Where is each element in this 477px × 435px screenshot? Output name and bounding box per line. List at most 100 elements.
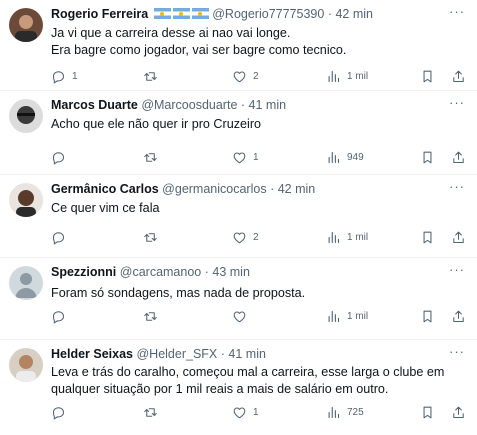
like-count: 1 <box>253 152 259 163</box>
timestamp[interactable]: 41 min <box>228 347 266 361</box>
timestamp[interactable]: 42 min <box>278 182 316 196</box>
retweet-button[interactable] <box>143 405 164 420</box>
reply-icon <box>52 407 65 420</box>
retweet-icon <box>144 312 157 321</box>
timestamp[interactable]: 43 min <box>212 265 250 279</box>
author-handle[interactable]: @Rogerio77775390 <box>212 7 324 21</box>
action-bar: 2 1 mil <box>51 230 466 246</box>
bookmark-icon <box>423 406 432 419</box>
reply-icon <box>52 152 65 165</box>
views-icon <box>328 70 340 83</box>
separator-dot: · <box>220 347 225 361</box>
views-count: 1 mil <box>347 311 369 322</box>
reply-button[interactable] <box>51 405 72 420</box>
separator-dot: · <box>270 182 275 196</box>
avatar[interactable] <box>9 266 43 300</box>
share-button[interactable] <box>451 230 466 245</box>
bookmark-button[interactable] <box>420 150 435 165</box>
views-button[interactable]: 1 mil <box>326 309 368 324</box>
views-icon <box>328 406 340 419</box>
action-bar: 1 725 <box>51 405 466 421</box>
share-button[interactable] <box>451 150 466 165</box>
timestamp[interactable]: 41 min <box>249 98 287 112</box>
like-count: 2 <box>253 232 259 243</box>
author-handle[interactable]: @germanicocarlos <box>162 182 266 196</box>
bookmark-button[interactable] <box>420 69 435 84</box>
reply-item[interactable]: Germânico Carlos @germanicocarlos · 42 m… <box>0 175 477 258</box>
retweet-button[interactable] <box>143 150 164 165</box>
views-button[interactable]: 1 mil <box>326 69 368 84</box>
reply-button[interactable] <box>51 309 72 324</box>
views-button[interactable]: 949 <box>326 150 364 165</box>
retweet-button[interactable] <box>143 230 164 245</box>
author-name[interactable]: Marcos Duarte <box>51 98 138 112</box>
like-button[interactable]: 2 <box>232 230 259 245</box>
share-button[interactable] <box>451 309 466 324</box>
action-bar: 1 949 <box>51 150 466 166</box>
views-button[interactable]: 725 <box>326 405 364 420</box>
author-name[interactable]: Spezzionni <box>51 265 116 279</box>
retweet-button[interactable] <box>143 69 164 84</box>
avatar[interactable] <box>9 8 43 42</box>
author-name[interactable]: Helder Seixas <box>51 347 133 361</box>
like-icon <box>233 311 246 323</box>
views-button[interactable]: 1 mil <box>326 230 368 245</box>
reply-item[interactable]: Spezzionni @carcamanoo · 43 min ··· Fora… <box>0 258 477 340</box>
more-icon[interactable]: ··· <box>449 4 465 19</box>
reply-item[interactable]: Rogerio Ferreira @Rogerio77775390 · 42 m… <box>0 0 477 91</box>
avatar[interactable] <box>9 99 43 133</box>
action-bar: 1 2 1 mil <box>51 69 466 85</box>
avatar[interactable] <box>9 348 43 382</box>
reply-text: Ja vi que a carreira desse ai nao vai lo… <box>51 26 347 57</box>
like-count: 1 <box>253 407 259 418</box>
retweet-icon <box>144 72 157 81</box>
views-count: 1 mil <box>347 232 369 243</box>
share-icon <box>453 231 464 244</box>
reply-header: Spezzionni @carcamanoo · 43 min <box>51 264 250 280</box>
like-button[interactable]: 2 <box>232 69 259 84</box>
reply-button[interactable]: 1 <box>51 69 78 84</box>
bookmark-icon <box>423 151 432 164</box>
share-button[interactable] <box>451 405 466 420</box>
like-button[interactable]: 1 <box>232 150 259 165</box>
more-icon[interactable]: ··· <box>449 179 465 194</box>
reply-button[interactable] <box>51 150 72 165</box>
reply-button[interactable] <box>51 230 72 245</box>
bookmark-icon <box>423 310 432 323</box>
more-icon[interactable]: ··· <box>449 262 465 277</box>
bookmark-button[interactable] <box>420 230 435 245</box>
author-name[interactable]: Rogerio Ferreira <box>51 7 148 21</box>
retweet-icon <box>144 153 157 162</box>
author-handle[interactable]: @Helder_SFX <box>136 347 217 361</box>
author-handle[interactable]: @Marcoosduarte <box>141 98 237 112</box>
timestamp[interactable]: 42 min <box>335 7 373 21</box>
reply-header: Rogerio Ferreira @Rogerio77775390 · 42 m… <box>51 6 373 22</box>
argentina-flag-icon <box>191 8 209 19</box>
share-icon <box>453 70 464 83</box>
author-name[interactable]: Germânico Carlos <box>51 182 159 196</box>
more-icon[interactable]: ··· <box>449 344 465 359</box>
retweet-button[interactable] <box>143 309 164 324</box>
like-count: 2 <box>253 71 259 82</box>
argentina-flag-icon <box>153 8 171 19</box>
bookmark-button[interactable] <box>420 405 435 420</box>
bookmark-icon <box>423 70 432 83</box>
views-icon <box>328 310 340 323</box>
reply-text: Leva e trás do caralho, começou mal a ca… <box>51 365 445 396</box>
like-icon <box>233 71 246 83</box>
reply-icon <box>52 71 65 84</box>
like-button[interactable] <box>232 309 253 324</box>
reply-icon <box>52 232 65 245</box>
retweet-icon <box>144 408 157 417</box>
like-button[interactable]: 1 <box>232 405 259 420</box>
reply-item[interactable]: Helder Seixas @Helder_SFX · 41 min ··· L… <box>0 340 477 435</box>
more-icon[interactable]: ··· <box>449 95 465 110</box>
author-handle[interactable]: @carcamanoo <box>120 265 201 279</box>
views-icon <box>328 151 340 164</box>
separator-dot: · <box>240 98 246 112</box>
argentina-flag-icon <box>172 8 190 19</box>
bookmark-button[interactable] <box>420 309 435 324</box>
avatar[interactable] <box>9 183 43 217</box>
share-button[interactable] <box>451 69 466 84</box>
reply-item[interactable]: Marcos Duarte @Marcoosduarte · 41 min ··… <box>0 91 477 175</box>
